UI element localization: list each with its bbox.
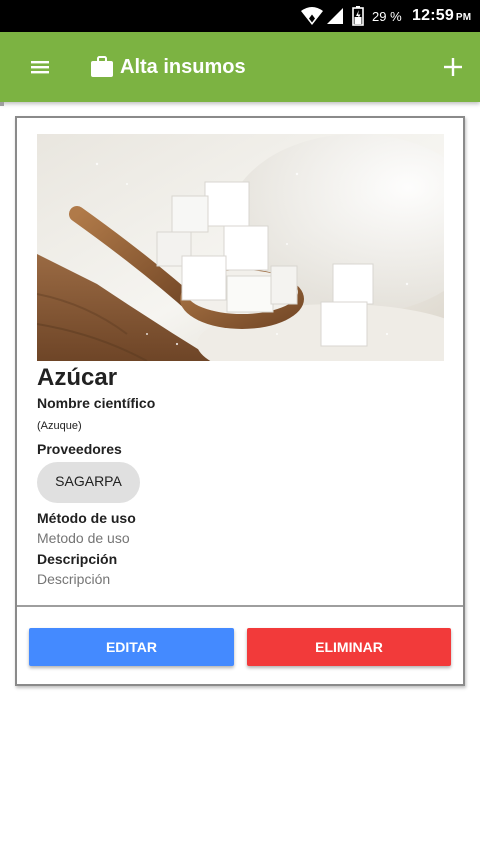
scientific-name-value: (Azuque) [37,420,82,432]
suppliers-label: Proveedores [37,441,122,457]
card-divider [17,605,463,607]
delete-button[interactable]: ELIMINAR [247,628,451,666]
menu-icon[interactable] [28,55,52,79]
supplier-chip[interactable]: SAGARPA [37,462,140,503]
description-label: Descripción [37,551,118,567]
status-bar: 29 % 12:59 PM [0,0,480,32]
battery-icon [352,0,366,32]
usage-method-value: Metodo de uso [37,530,130,546]
left-edge-marker [0,102,4,106]
item-image [37,134,444,361]
clock-time: 12:59 [412,7,454,24]
wifi-icon [300,0,324,32]
item-name: Azúcar [37,364,118,391]
signal-icon [326,0,346,32]
scientific-name-label: Nombre científico [37,395,156,411]
add-icon[interactable] [441,55,465,79]
app-bar: Alta insumos [0,32,480,102]
clock: 12:59 PM [412,0,471,32]
app-bar-title-group: Alta insumos [90,32,246,102]
briefcase-icon [90,56,114,78]
description-value: Descripción [37,571,111,587]
battery-percentage: 29 % [372,8,402,24]
item-card: Azúcar Nombre científico (Azuque) Provee… [15,116,465,686]
clock-ampm: PM [455,12,472,23]
edit-button[interactable]: EDITAR [29,628,234,666]
usage-method-label: Método de uso [37,510,136,526]
page-title: Alta insumos [120,55,246,78]
